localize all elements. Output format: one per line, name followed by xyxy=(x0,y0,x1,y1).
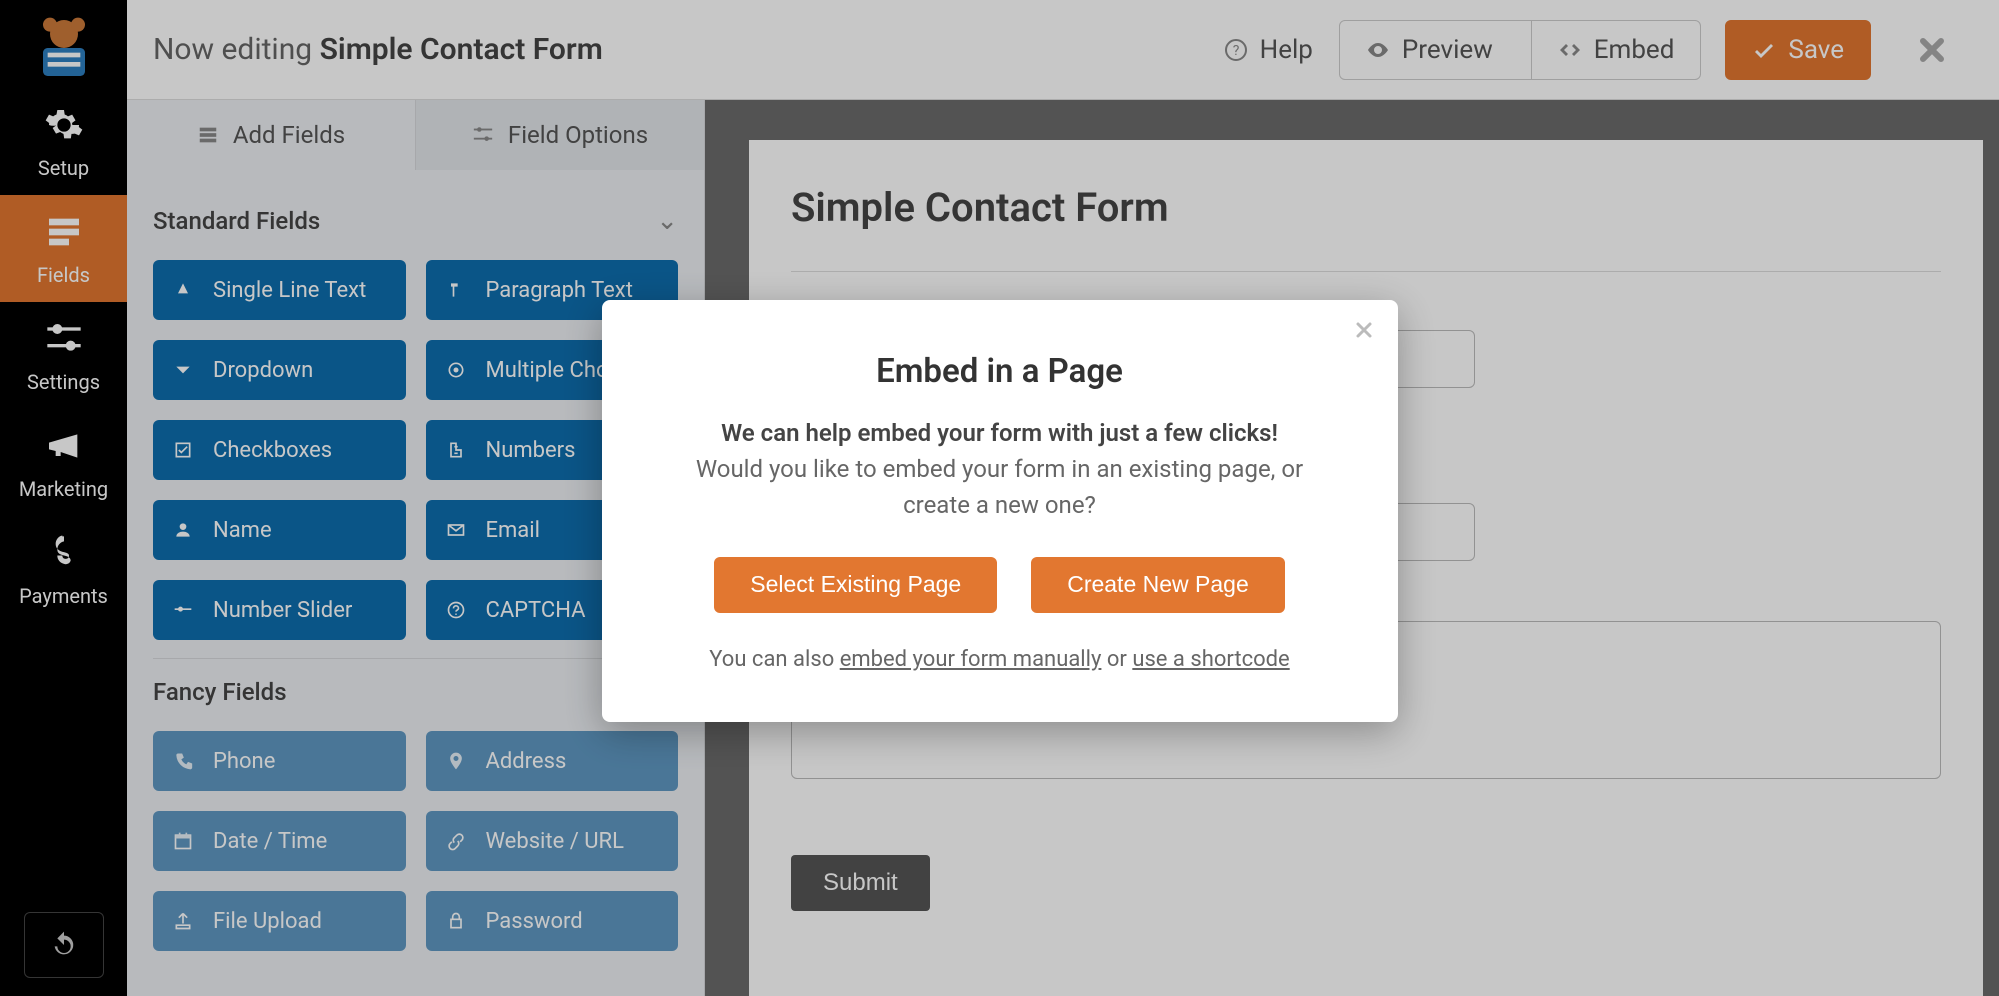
use-shortcode-link[interactable]: use a shortcode xyxy=(1132,647,1289,672)
modal-footer: You can also embed your form manually or… xyxy=(662,647,1338,672)
modal-close-button[interactable] xyxy=(1352,318,1376,342)
embed-manually-link[interactable]: embed your form manually xyxy=(840,647,1102,672)
select-existing-page-button[interactable]: Select Existing Page xyxy=(714,557,997,613)
modal-lead: We can help embed your form with just a … xyxy=(662,417,1338,451)
modal-subtext: Would you like to embed your form in an … xyxy=(662,451,1338,523)
create-new-page-button[interactable]: Create New Page xyxy=(1031,557,1285,613)
modal-overlay[interactable]: Embed in a Page We can help embed your f… xyxy=(0,0,1999,996)
embed-modal: Embed in a Page We can help embed your f… xyxy=(602,300,1398,722)
modal-title: Embed in a Page xyxy=(662,352,1338,391)
